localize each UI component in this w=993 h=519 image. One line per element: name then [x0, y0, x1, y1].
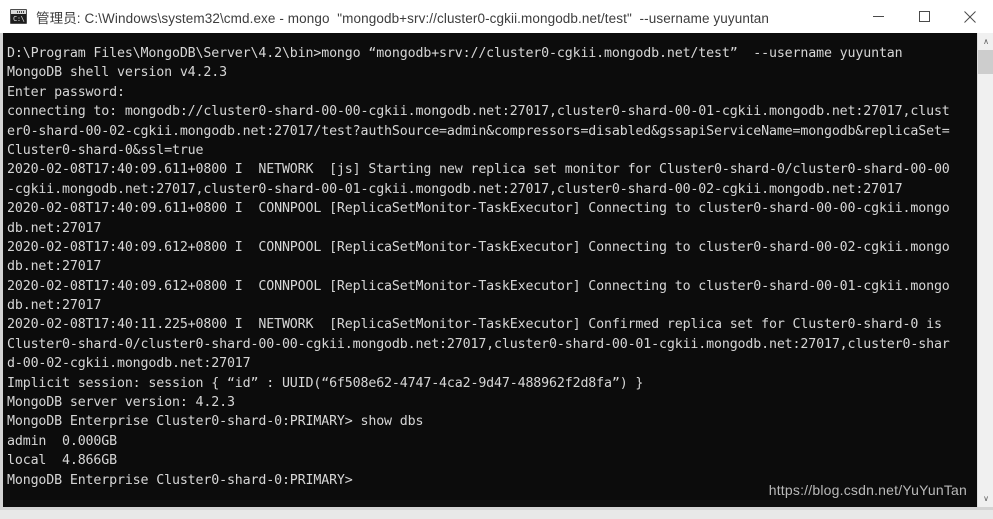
watermark: https://blog.csdn.net/YuYunTan	[768, 482, 967, 498]
maximize-button[interactable]	[901, 0, 947, 33]
window-controls	[855, 0, 993, 33]
console-window: C:\ 管理员: C:\Windows\system32\cmd.exe - m…	[0, 0, 993, 510]
terminal-line: local 4.866GB	[7, 453, 117, 469]
scroll-up-arrow-icon[interactable]: ∧	[978, 33, 993, 50]
terminal-output: D:\Program Files\MongoDB\Server\4.2\bin>…	[7, 44, 969, 490]
desktop-background	[0, 510, 993, 519]
terminal-line: MongoDB server version: 4.2.3	[7, 395, 235, 411]
terminal-line: 2020-02-08T17:40:09.611+0800 I NETWORK […	[7, 162, 950, 178]
terminal-line: -cgkii.mongodb.net:27017,cluster0-shard-…	[7, 181, 903, 197]
terminal-line: 2020-02-08T17:40:09.612+0800 I CONNPOOL …	[7, 239, 950, 255]
minimize-button[interactable]	[855, 0, 901, 33]
terminal-line: db.net:27017	[7, 298, 102, 314]
terminal-body[interactable]: D:\Program Files\MongoDB\Server\4.2\bin>…	[0, 33, 993, 510]
terminal-line: MongoDB shell version v4.2.3	[7, 65, 227, 81]
terminal-line: er0-shard-00-02-cgkii.mongodb.net:27017/…	[7, 123, 950, 139]
terminal-line: d-00-02-cgkii.mongodb.net:27017	[7, 356, 251, 372]
terminal-scrollbar[interactable]: ∧ ∨	[977, 33, 993, 507]
terminal-line: Implicit session: session { “id” : UUID(…	[7, 375, 644, 391]
console-icon-prompt: C:\	[13, 15, 25, 23]
console-icon-titlebar	[11, 10, 26, 14]
terminal-line: admin 0.000GB	[7, 433, 117, 449]
console-icon: C:\	[10, 9, 27, 24]
terminal-line: MongoDB Enterprise Cluster0-shard-0:PRIM…	[7, 414, 424, 430]
terminal-line: db.net:27017	[7, 220, 102, 236]
terminal-line: 2020-02-08T17:40:11.225+0800 I NETWORK […	[7, 317, 950, 333]
scrollbar-thumb[interactable]	[978, 50, 993, 74]
minimize-icon	[872, 16, 884, 17]
close-button[interactable]	[947, 0, 993, 33]
terminal-line: connecting to: mongodb://cluster0-shard-…	[7, 104, 950, 120]
terminal-line: db.net:27017	[7, 259, 102, 275]
title-bar[interactable]: C:\ 管理员: C:\Windows\system32\cmd.exe - m…	[0, 0, 993, 33]
terminal-line: D:\Program Files\MongoDB\Server\4.2\bin>…	[7, 46, 903, 61]
terminal-line: Enter password:	[7, 84, 125, 100]
screen: C:\ 管理员: C:\Windows\system32\cmd.exe - m…	[0, 0, 993, 519]
terminal-line: 2020-02-08T17:40:09.611+0800 I CONNPOOL …	[7, 201, 950, 217]
scroll-down-arrow-icon[interactable]: ∨	[978, 490, 993, 507]
terminal-line: Cluster0-shard-0&ssl=true	[7, 142, 204, 158]
terminal-line: 2020-02-08T17:40:09.612+0800 I CONNPOOL …	[7, 278, 950, 294]
maximize-icon	[918, 11, 930, 22]
close-icon	[964, 10, 976, 23]
terminal-line: Cluster0-shard-0/cluster0-shard-00-00-cg…	[7, 336, 950, 352]
window-title: 管理员: C:\Windows\system32\cmd.exe - mongo…	[36, 10, 770, 26]
